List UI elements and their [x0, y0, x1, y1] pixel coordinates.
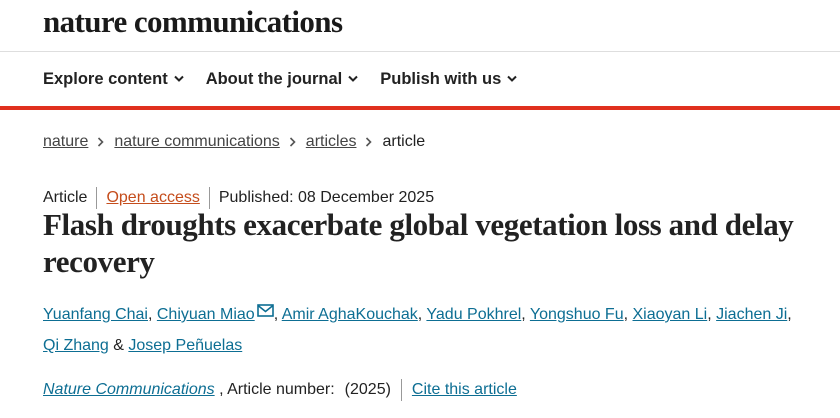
nav-label: Explore content [43, 69, 168, 88]
author-separator: , [623, 306, 633, 323]
author-link[interactable]: Qi Zhang [43, 337, 109, 354]
breadcrumb: nature nature communications articles ar… [43, 131, 425, 153]
citation-line: Nature Communications , Article number: … [43, 379, 517, 401]
accent-bar [0, 106, 840, 110]
cite-this-article-link[interactable]: Cite this article [412, 381, 517, 399]
author-link[interactable]: Amir AghaKouchak [282, 306, 418, 323]
chevron-right-icon [366, 137, 373, 147]
nav-publish-with-us[interactable]: Publish with us [380, 70, 517, 89]
article-type: Article [43, 189, 88, 206]
author-link[interactable]: Yongshuo Fu [530, 306, 624, 323]
chevron-down-icon [348, 75, 358, 82]
breadcrumb-articles[interactable]: articles [306, 133, 357, 151]
chevron-right-icon [98, 137, 105, 147]
journal-logo[interactable]: nature communications [43, 3, 343, 41]
breadcrumb-current: article [382, 133, 426, 150]
article-number-label: , Article number: [214, 381, 335, 398]
chevron-down-icon [173, 75, 184, 82]
main-nav: Explore content About the journal Publis… [43, 66, 539, 92]
header-divider [0, 51, 840, 52]
article-title: Flash droughts exacerbate global vegetat… [43, 207, 794, 279]
publication-year: (2025) [344, 381, 391, 398]
published-date: Published: 08 December 2025 [218, 189, 435, 206]
author-separator: & [108, 337, 129, 354]
chevron-down-icon [507, 75, 517, 82]
nav-label: Publish with us [380, 69, 502, 88]
author-link[interactable]: Jiachen Ji [716, 306, 787, 323]
cite-divider [400, 379, 402, 401]
author-separator: , [273, 306, 282, 323]
author-link[interactable]: Yuanfang Chai [43, 306, 148, 323]
author-link[interactable]: Yadu Pokhrel [426, 306, 521, 323]
author-link[interactable]: Xiaoyan Li [633, 306, 708, 323]
breadcrumb-nature-communications[interactable]: nature communications [114, 133, 279, 151]
author-separator: , [521, 306, 530, 323]
author-list: Yuanfang Chai, Chiyuan Miao, Amir AghaKo… [43, 299, 803, 361]
mail-icon[interactable] [256, 304, 274, 317]
author-separator: , [707, 306, 717, 323]
nav-label: About the journal [205, 69, 343, 88]
author-separator: , [147, 306, 157, 323]
nav-explore-content[interactable]: Explore content [43, 70, 184, 89]
author-separator: , [787, 306, 792, 323]
author-link[interactable]: Chiyuan Miao [157, 306, 255, 323]
nav-about-the-journal[interactable]: About the journal [206, 70, 359, 89]
breadcrumb-nature[interactable]: nature [43, 133, 88, 151]
open-access-link[interactable]: Open access [106, 189, 199, 207]
author-link[interactable]: Josep Peñuelas [128, 337, 242, 354]
journal-link[interactable]: Nature Communications [43, 381, 215, 399]
chevron-right-icon [289, 137, 296, 147]
